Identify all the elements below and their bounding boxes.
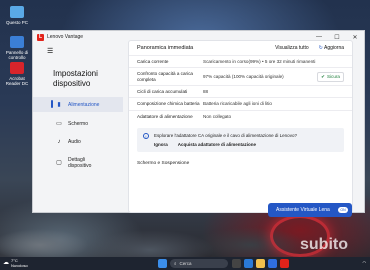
lenovo-vantage-taskbar-icon[interactable] bbox=[280, 259, 289, 268]
sidebar-item-device-details[interactable]: ▢ Dettagli dispositivo bbox=[33, 153, 123, 173]
settings-sidebar: Impostazioni dispositivo ▮ Alimentazione… bbox=[33, 59, 123, 212]
table-row: Adattatore di alimentazione Non collegat… bbox=[129, 110, 352, 122]
cloud-icon: ☁ bbox=[3, 260, 9, 267]
weather-desc: Nuvoloso bbox=[11, 262, 28, 268]
refresh-icon: ↻ bbox=[318, 45, 323, 51]
sidebar-item-label: Dettagli dispositivo bbox=[68, 157, 92, 169]
wifi-icon: ◠ bbox=[362, 260, 367, 265]
badge-label: Sicura bbox=[326, 74, 340, 79]
edge-icon[interactable] bbox=[244, 259, 253, 268]
sidebar-item-display[interactable]: ▭ Schermo bbox=[33, 116, 123, 131]
row-value: 88 bbox=[203, 88, 209, 94]
speaker-icon: ♪ bbox=[57, 139, 61, 145]
virtual-assistant-button[interactable]: Assistente Virtuale Lena ON bbox=[268, 203, 352, 217]
device-icon: ▢ bbox=[56, 160, 62, 166]
row-key: Cicli di carica accumulati bbox=[137, 88, 188, 94]
row-key: Confronto capacità a carica completa bbox=[137, 70, 193, 82]
windows-start-icon[interactable] bbox=[158, 259, 167, 268]
row-value: Scaricamento in corso(99%) • 5 ore 32 mi… bbox=[203, 58, 316, 64]
display-icon: ▭ bbox=[56, 121, 62, 127]
panel-title: Panoramica immediata bbox=[137, 45, 194, 51]
desktop-icon-acrobat[interactable]: Acrobat Reader DC bbox=[2, 62, 32, 86]
table-row: Carica corrente Scaricamento in corso(99… bbox=[129, 55, 352, 67]
window-title: Lenovo Vantage bbox=[47, 34, 84, 40]
task-view-icon[interactable] bbox=[232, 259, 241, 268]
buy-adapter-button[interactable]: Acquista adattatore di alimentazione bbox=[178, 142, 256, 147]
page-title: Impostazioni dispositivo bbox=[33, 59, 123, 89]
info-text: Esplorare l'adattatore CA originale e il… bbox=[154, 133, 297, 138]
sidebar-item-label: Schermo bbox=[68, 120, 89, 127]
sidebar-item-audio[interactable]: ♪ Audio bbox=[33, 135, 123, 149]
info-banner: i Esplorare l'adattatore CA originale e … bbox=[137, 128, 344, 152]
sidebar-item-label: Alimentazione bbox=[68, 101, 100, 108]
refresh-button[interactable]: ↻ Aggiorna bbox=[319, 45, 344, 51]
status-badge: ✔ Sicura bbox=[317, 71, 344, 82]
row-key: Carica corrente bbox=[137, 58, 169, 64]
assistant-toggle[interactable]: ON bbox=[338, 207, 348, 213]
desktop-icon-label: Acrobat Reader DC bbox=[5, 76, 29, 86]
taskbar: ☁ 7°C Nuvoloso ⌕ Cerca ◠ bbox=[0, 257, 370, 270]
row-value: Batteria ricaricabile agli ioni di litio bbox=[203, 101, 272, 106]
search-placeholder: Cerca bbox=[179, 261, 192, 266]
file-explorer-icon[interactable] bbox=[256, 259, 265, 268]
ignore-button[interactable]: Ignora bbox=[154, 142, 168, 147]
table-row: Confronto capacità a carica completa 97%… bbox=[129, 67, 352, 85]
page-title-line1: Impostazioni bbox=[53, 69, 98, 78]
page-title-line2: dispositivo bbox=[53, 79, 91, 88]
row-key: Adattatore di alimentazione bbox=[137, 113, 193, 119]
table-row: Composizione chimica batteria Batteria r… bbox=[129, 97, 352, 110]
menu-icon[interactable]: ☰ bbox=[47, 47, 53, 55]
acrobat-icon bbox=[10, 62, 24, 74]
desktop-icon-label: Pannello di controllo bbox=[5, 50, 29, 60]
sidebar-item-power[interactable]: ▮ Alimentazione bbox=[33, 97, 123, 112]
system-tray[interactable]: ◠ bbox=[363, 260, 367, 265]
section-heading: Schermo e Sospensione bbox=[137, 161, 190, 166]
info-icon: i bbox=[143, 133, 149, 139]
refresh-label: Aggiorna bbox=[323, 45, 344, 51]
battery-icon: ▮ bbox=[57, 102, 61, 108]
search-icon: ⌕ bbox=[174, 261, 177, 266]
lenovo-logo-icon: L bbox=[37, 33, 44, 41]
sidebar-item-label: Audio bbox=[68, 139, 81, 145]
view-all-link[interactable]: Visualizza tutto bbox=[275, 45, 309, 51]
row-key: Composizione chimica batteria bbox=[137, 101, 200, 106]
assistant-label: Assistente Virtuale Lena bbox=[276, 207, 330, 213]
taskbar-search[interactable]: ⌕ Cerca bbox=[170, 259, 228, 268]
row-value: 97% capacità (100% capacità originale) bbox=[203, 73, 284, 79]
overview-panel: Panoramica immediata Visualizza tutto ↻ … bbox=[128, 40, 353, 213]
control-panel-icon bbox=[10, 36, 24, 48]
row-value: Non collegato bbox=[203, 113, 232, 119]
table-row: Cicli di carica accumulati 88 bbox=[129, 85, 352, 97]
watermark: subito bbox=[300, 236, 348, 253]
check-circle-icon: ✔ bbox=[321, 73, 325, 79]
panel-header: Panoramica immediata Visualizza tutto ↻ … bbox=[129, 41, 352, 55]
desktop-icon-control-panel[interactable]: Pannello di controllo bbox=[2, 36, 32, 60]
computer-icon bbox=[10, 6, 24, 18]
weather-widget[interactable]: ☁ 7°C Nuvoloso bbox=[0, 258, 28, 268]
desktop-icon-this-pc[interactable]: Questo PC bbox=[2, 6, 32, 25]
store-icon[interactable] bbox=[268, 259, 277, 268]
desktop-icon-label: Questo PC bbox=[5, 20, 28, 25]
